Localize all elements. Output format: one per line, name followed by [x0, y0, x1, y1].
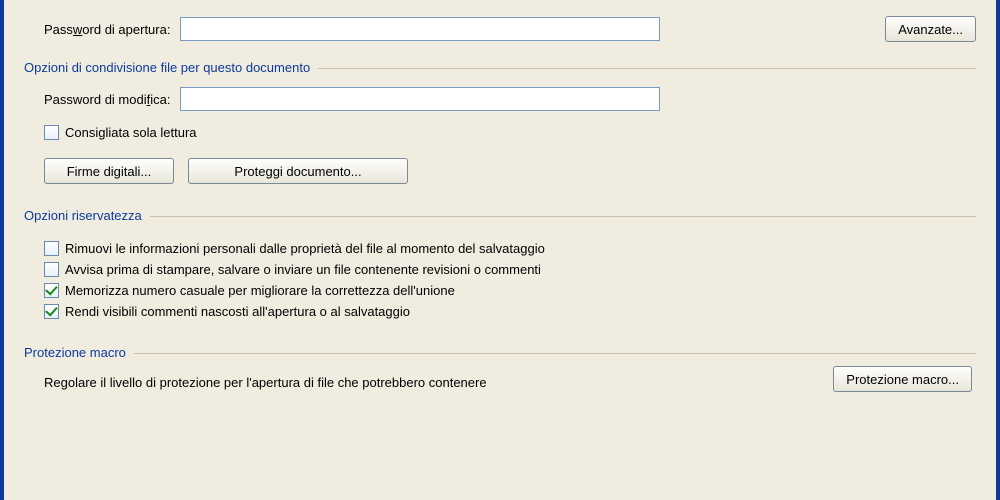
share-group-body: Password di modifica: Consigliata sola l… [24, 83, 976, 192]
random-checkbox[interactable] [44, 283, 59, 298]
random-checkbox-row: Memorizza numero casuale per migliorare … [44, 283, 976, 298]
share-buttons-row: Firme digitali... Proteggi documento... [44, 154, 976, 188]
security-options-dialog: Password di apertura: Avanzate... Opzion… [0, 0, 1000, 500]
modify-password-input[interactable] [180, 87, 660, 111]
remove-info-checkbox-row: Rimuovi le informazioni personali dalle … [44, 241, 976, 256]
readonly-label: Consigliata sola lettura [65, 125, 197, 140]
warn-checkbox[interactable] [44, 262, 59, 277]
hidden-comments-checkbox-row: Rendi visibili commenti nascosti all'ape… [44, 304, 976, 319]
modify-password-label: Password di modifica: [44, 92, 180, 107]
share-group-title: Opzioni di condivisione file per questo … [24, 60, 318, 75]
modify-password-row: Password di modifica: [44, 87, 976, 111]
protect-document-button[interactable]: Proteggi documento... [188, 158, 408, 184]
warn-checkbox-row: Avvisa prima di stampare, salvare o invi… [44, 262, 976, 277]
warn-label: Avvisa prima di stampare, salvare o invi… [65, 262, 541, 277]
remove-info-label: Rimuovi le informazioni personali dalle … [65, 241, 545, 256]
hidden-comments-label: Rendi visibili commenti nascosti all'ape… [65, 304, 410, 319]
readonly-checkbox[interactable] [44, 125, 59, 140]
privacy-group-header: Opzioni riservatezza [24, 208, 976, 223]
macro-group-body: Regolare il livello di protezione per l'… [24, 368, 976, 396]
macro-group-header: Protezione macro [24, 345, 976, 360]
random-label: Memorizza numero casuale per migliorare … [65, 283, 455, 298]
open-password-input[interactable] [180, 17, 660, 41]
privacy-group-body: Rimuovi le informazioni personali dalle … [24, 231, 976, 329]
advanced-button[interactable]: Avanzate... [885, 16, 976, 42]
macro-group-title: Protezione macro [24, 345, 134, 360]
readonly-checkbox-row: Consigliata sola lettura [44, 125, 976, 140]
privacy-group-title: Opzioni riservatezza [24, 208, 150, 223]
macro-protection-button[interactable]: Protezione macro... [833, 366, 972, 392]
digital-signatures-button[interactable]: Firme digitali... [44, 158, 174, 184]
open-password-row: Password di apertura: Avanzate... [24, 16, 976, 42]
open-password-label: Password di apertura: [24, 22, 180, 37]
remove-info-checkbox[interactable] [44, 241, 59, 256]
hidden-comments-checkbox[interactable] [44, 304, 59, 319]
share-group-header: Opzioni di condivisione file per questo … [24, 60, 976, 75]
